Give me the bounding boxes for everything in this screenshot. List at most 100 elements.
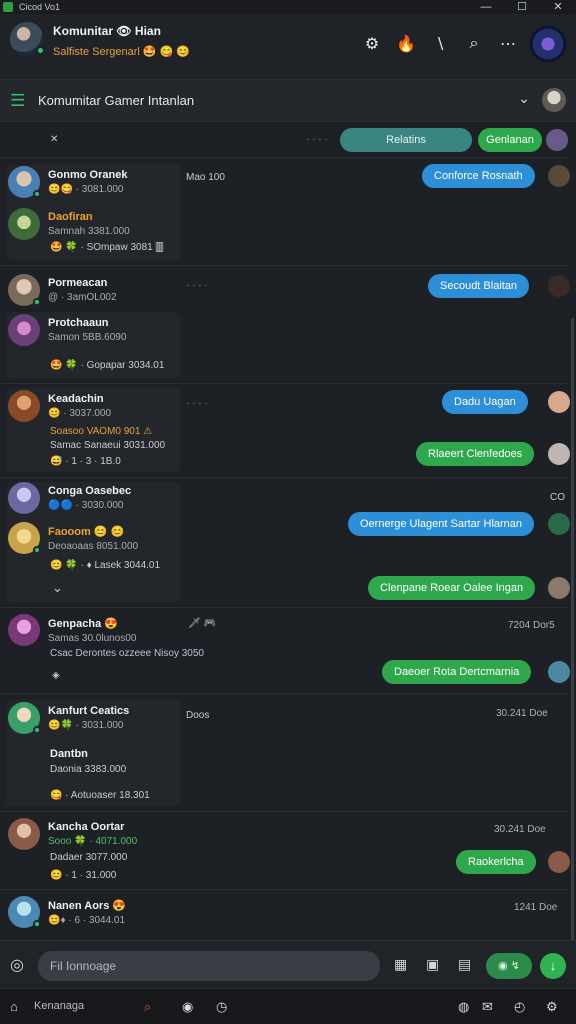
chat-row: Kanfurt Ceatics 😊🍀 · 3031.000 Dantbn Daon… bbox=[0, 694, 568, 812]
search-icon[interactable]: ⌕ bbox=[144, 999, 151, 1015]
user-entry[interactable]: Kanfurt Ceatics 😊🍀 · 3031.000 bbox=[8, 702, 129, 734]
home-icon[interactable]: ⌂ bbox=[10, 999, 18, 1014]
separator-dots: · · · · bbox=[306, 134, 328, 145]
avatar bbox=[8, 702, 41, 734]
grid-icon[interactable]: ▦ bbox=[394, 956, 407, 973]
gear-icon[interactable]: ⚙ bbox=[360, 34, 384, 54]
user-footer: 🤩 🍀 · SOmpaw 3081 🀫 bbox=[50, 242, 164, 253]
message-bubble[interactable]: Rlaeert Clenfedoes bbox=[416, 442, 535, 466]
game-avatar[interactable] bbox=[530, 26, 566, 62]
username: Faooom 😊 😊 bbox=[48, 525, 125, 538]
edit-icon[interactable]: ∖ bbox=[428, 34, 452, 54]
user-footer: 🤩 🍀 · Gopapar 3034.01 bbox=[50, 360, 165, 371]
online-indicator bbox=[36, 46, 45, 55]
chevron-down-icon[interactable]: ⌄ bbox=[52, 580, 63, 596]
user-entry[interactable]: Nanen Aors 😍 😊♦ · 6 · 3044.01 bbox=[8, 896, 126, 928]
user-entry[interactable]: Kancha Oortar Sooo 🍀 · 4071.000 bbox=[8, 818, 137, 850]
avatar bbox=[548, 851, 570, 873]
online-indicator bbox=[33, 726, 41, 734]
user-entry[interactable]: Protchaaun Samon 5BB.6090 bbox=[8, 314, 126, 346]
avatar bbox=[548, 513, 570, 535]
taskbar-label: Kenanaga bbox=[34, 1000, 85, 1012]
username: Gonmo Oranek bbox=[48, 169, 128, 181]
camera-icon[interactable]: ◎ bbox=[10, 955, 24, 975]
timestamp: 30.241 Doe bbox=[496, 708, 548, 719]
user-meta: 😊🍀 · 3031.000 bbox=[48, 720, 124, 731]
avatar bbox=[8, 818, 40, 850]
user-entry[interactable]: Daofiran Samnah 3381.000 bbox=[8, 208, 130, 240]
avatar[interactable] bbox=[10, 22, 45, 56]
contact-status: Salfiste Sergenarl 🤩 😋 😊 bbox=[53, 46, 191, 58]
chrome-icon[interactable]: ◍ bbox=[458, 999, 469, 1015]
meta-text: CO bbox=[550, 492, 565, 503]
window-title: Cicod Vo1 bbox=[19, 2, 61, 12]
username: Kancha Oortar bbox=[48, 821, 125, 833]
menu-icon[interactable]: ☰ bbox=[10, 91, 28, 111]
user-entry[interactable]: Gonmo Oranek 😊😋 · 3081.000 bbox=[8, 166, 127, 198]
message-bubble[interactable]: Clenpane Roear Oalee Ingan bbox=[368, 576, 536, 600]
window-controls: — ☐ ✕ bbox=[468, 0, 576, 14]
user-footer: 😊 🍀 · ♦ Lasek 3044.01 bbox=[50, 560, 161, 571]
search-icon[interactable]: ⌕ bbox=[462, 35, 486, 53]
user-entry[interactable]: Faooom 😊 😊 Deoaoaas 8051.000 bbox=[8, 522, 138, 554]
message-bubble[interactable]: Raokerlcha bbox=[456, 850, 536, 874]
settings-icon[interactable]: ⚙ bbox=[546, 999, 558, 1015]
user-entry[interactable]: Conga Oasebec 🔵🔵 · 3030.000 bbox=[8, 482, 131, 514]
chat-row: ✕ · · · · Relatins Genlanan bbox=[0, 122, 568, 158]
chat-area[interactable]: ✕ · · · · Relatins Genlanan Gonmo Oranek… bbox=[0, 122, 576, 940]
chat-row: Conga Oasebec 🔵🔵 · 3030.000 Faooom 😊 😊 Deo… bbox=[0, 478, 570, 608]
timestamp: 7204 Dor5 bbox=[508, 620, 555, 631]
user-line: Dadaer 3077.000 bbox=[50, 852, 128, 863]
meta-text: Mao 100 bbox=[186, 172, 225, 183]
clock-icon[interactable]: ◷ bbox=[216, 999, 227, 1015]
online-indicator bbox=[33, 298, 41, 306]
meta-text: Doos bbox=[186, 710, 210, 721]
chat-row: Nanen Aors 😍 😊♦ · 6 · 3044.01 1241 Doe bbox=[0, 890, 568, 940]
message-bubble[interactable]: Dadu Uagan bbox=[442, 390, 528, 414]
avatar bbox=[548, 165, 570, 187]
avatar bbox=[8, 390, 40, 422]
tag-pill[interactable]: Genlanan bbox=[478, 128, 542, 152]
message-composer: ◎ Fil Ionnoage ▦ ▣ ▤ ◉ ↯ ↓ bbox=[0, 940, 576, 988]
avatar bbox=[8, 208, 40, 240]
avatar bbox=[8, 482, 40, 514]
voice-button[interactable]: ◉ ↯ bbox=[486, 953, 532, 979]
user-meta: Samnah 3381.000 bbox=[48, 226, 130, 237]
group-avatar[interactable] bbox=[542, 88, 566, 112]
avatar bbox=[8, 314, 40, 346]
diamond-icon: ◈ bbox=[52, 670, 60, 681]
avatar bbox=[8, 522, 41, 554]
user-entry[interactable]: Genpacha 😍 Samas 30.0lunos00 bbox=[8, 614, 136, 646]
chevron-down-icon[interactable]: ⌄ bbox=[518, 90, 530, 107]
message-bubble[interactable]: Daeoer Rota Dertcmarnia bbox=[382, 660, 532, 684]
close-icon[interactable]: ✕ bbox=[50, 134, 58, 145]
message-bubble[interactable]: Secoudt Blaitan bbox=[428, 274, 530, 298]
avatar bbox=[8, 274, 41, 306]
mail-icon[interactable]: ✉ bbox=[482, 999, 493, 1015]
online-indicator bbox=[33, 920, 41, 928]
username: Conga Oasebec bbox=[48, 485, 132, 497]
tag-pill[interactable]: Relatins bbox=[340, 128, 472, 152]
user-entry[interactable]: Keadachin 😊 · 3037.000 bbox=[8, 390, 111, 422]
message-input[interactable]: Fil Ionnoage bbox=[38, 951, 380, 981]
flame-icon[interactable]: 🔥 bbox=[394, 34, 418, 54]
chat-row: Gonmo Oranek 😊😋 · 3081.000 Daofiran Samnah… bbox=[0, 158, 570, 266]
message-bubble[interactable]: Oernerge Ulagent Sartar Hlarnan bbox=[348, 512, 535, 536]
user-meta: Samon 5BB.6090 bbox=[48, 332, 127, 343]
alarm-icon[interactable]: ◴ bbox=[514, 999, 525, 1015]
sticker-icon[interactable]: ▣ bbox=[426, 956, 439, 973]
record-icon[interactable]: ◉ bbox=[182, 999, 193, 1015]
more-icon[interactable]: ⋯ bbox=[496, 34, 520, 54]
minimize-button[interactable]: — bbox=[468, 0, 504, 14]
user-entry[interactable]: Pormeacan @ · 3amOL002 bbox=[8, 274, 117, 306]
message-bubble[interactable]: Conforce Rosnath bbox=[422, 164, 535, 188]
scrollbar[interactable] bbox=[571, 318, 574, 940]
maximize-button[interactable]: ☐ bbox=[504, 0, 540, 14]
image-icon[interactable]: ▤ bbox=[458, 956, 471, 973]
username: Pormeacan bbox=[48, 277, 108, 289]
contact-name: Komunitar 👁 Hian bbox=[53, 24, 161, 38]
username: Kanfurt Ceatics bbox=[48, 705, 130, 717]
send-icon[interactable]: ↓ bbox=[540, 953, 566, 979]
avatar bbox=[8, 614, 40, 646]
close-button[interactable]: ✕ bbox=[540, 0, 576, 14]
